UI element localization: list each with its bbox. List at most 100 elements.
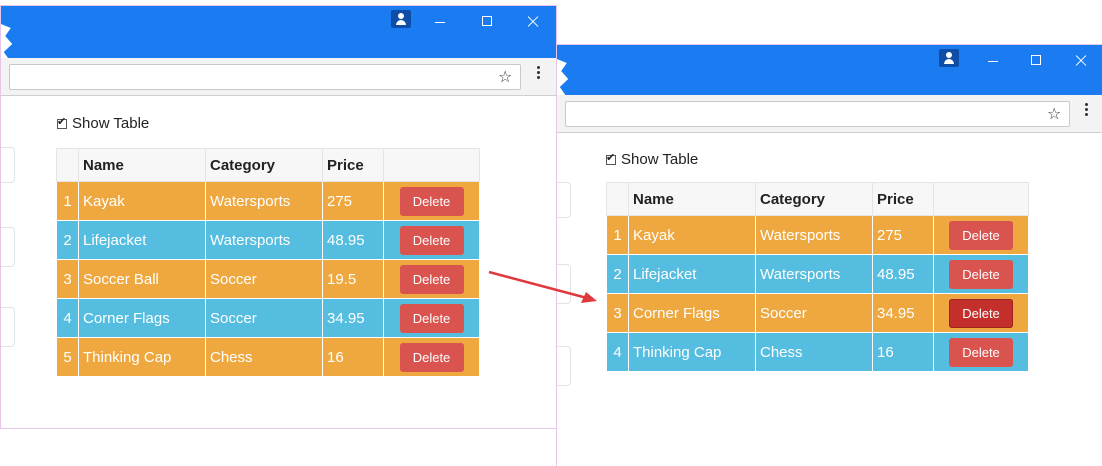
page-content: Show Table Name Category Price 1 Kayak W… [557,134,1102,466]
action-cell: Delete [383,181,480,221]
action-header [383,148,480,182]
menu-icon[interactable] [1085,103,1089,119]
product-name: Corner Flags [628,293,756,333]
title-bar [557,45,1102,99]
table-row: 1 Kayak Watersports 275 Delete [606,215,1029,255]
show-table-label: Show Table [621,151,699,168]
delete-button[interactable]: Delete [949,298,1013,328]
name-header: Name [628,182,756,216]
page-edge-decoration [1,307,15,347]
transition-arrow-icon [488,270,597,303]
row-index: 2 [606,254,629,294]
product-price: 16 [872,332,934,372]
product-price: 34.95 [322,298,384,338]
product-category: Soccer [755,293,873,333]
product-category: Watersports [755,254,873,294]
table-row: 2 Lifejacket Watersports 48.95 Delete [56,220,480,260]
row-index: 3 [606,293,629,333]
table-row: 1 Kayak Watersports 275 Delete [56,181,480,221]
action-cell: Delete [933,332,1029,372]
row-index: 4 [606,332,629,372]
minimize-icon[interactable] [425,10,455,32]
product-price: 16 [322,337,384,377]
delete-button[interactable]: Delete [399,342,464,372]
maximize-icon[interactable] [472,10,502,32]
delete-button[interactable]: Delete [399,186,464,216]
action-cell: Delete [933,215,1029,255]
delete-button[interactable]: Delete [949,220,1013,250]
checkbox-icon[interactable] [57,115,67,129]
delete-button[interactable]: Delete [399,225,464,255]
show-table-toggle[interactable]: Show Table [606,151,698,168]
star-icon[interactable]: ☆ [498,69,512,87]
maximize-icon[interactable] [1021,49,1051,71]
product-price: 48.95 [322,220,384,260]
product-category: Soccer [205,259,323,299]
product-category: Watersports [755,215,873,255]
table-row: 2 Lifejacket Watersports 48.95 Delete [606,254,1029,294]
index-header [56,148,79,182]
product-price: 48.95 [872,254,934,294]
price-header: Price [872,182,934,216]
table-row: 4 Thinking Cap Chess 16 Delete [606,332,1029,372]
show-table-toggle[interactable]: Show Table [57,115,149,132]
star-icon[interactable]: ☆ [1047,106,1061,124]
url-input[interactable]: ☆ [9,64,521,90]
product-category: Soccer [205,298,323,338]
product-price: 34.95 [872,293,934,333]
page-content: Show Table Name Category Price 1 Kayak W… [1,97,556,428]
delete-button[interactable]: Delete [399,303,464,333]
product-name: Lifejacket [628,254,756,294]
product-category: Watersports [205,181,323,221]
user-icon[interactable] [939,49,959,67]
address-bar: ☆ [1,58,556,96]
action-cell: Delete [383,220,480,260]
product-name: Corner Flags [78,298,206,338]
product-name: Soccer Ball [78,259,206,299]
delete-button[interactable]: Delete [949,337,1013,367]
table-row: 5 Thinking Cap Chess 16 Delete [56,337,480,377]
product-name: Thinking Cap [78,337,206,377]
page-edge-decoration [1,227,15,267]
checkbox-icon[interactable] [606,151,616,165]
torn-edge [557,59,569,99]
product-name: Lifejacket [78,220,206,260]
table-row: 4 Corner Flags Soccer 34.95 Delete [56,298,480,338]
delete-button[interactable]: Delete [399,264,464,294]
page-edge-decoration [1,147,15,183]
close-icon[interactable] [518,10,548,32]
menu-icon[interactable] [537,66,541,82]
row-index: 1 [606,215,629,255]
show-table-label: Show Table [72,115,150,132]
product-name: Kayak [78,181,206,221]
product-price: 19.5 [322,259,384,299]
row-index: 2 [56,220,79,260]
action-cell: Delete [383,259,480,299]
row-index: 4 [56,298,79,338]
minimize-icon[interactable] [978,49,1008,71]
delete-button[interactable]: Delete [949,259,1013,289]
products-table: Name Category Price 1 Kayak Watersports … [606,182,1029,372]
table-header-row: Name Category Price [56,148,480,182]
category-header: Category [205,148,323,182]
table-row: 3 Corner Flags Soccer 34.95 Delete [606,293,1029,333]
price-header: Price [322,148,384,182]
row-index: 5 [56,337,79,377]
close-icon[interactable] [1066,49,1096,71]
row-index: 3 [56,259,79,299]
page-edge-decoration [557,346,571,386]
action-cell: Delete [933,254,1029,294]
product-name: Kayak [628,215,756,255]
product-category: Watersports [205,220,323,260]
table-header-row: Name Category Price [606,182,1029,216]
url-input[interactable]: ☆ [565,101,1070,127]
index-header [606,182,629,216]
product-price: 275 [872,215,934,255]
products-table: Name Category Price 1 Kayak Watersports … [56,148,480,377]
product-category: Chess [205,337,323,377]
action-cell: Delete [383,298,480,338]
address-bar: ☆ [557,95,1102,133]
product-price: 275 [322,181,384,221]
user-icon[interactable] [391,10,411,28]
browser-window-after: ☆ Show Table Name Category Price [556,44,1102,466]
